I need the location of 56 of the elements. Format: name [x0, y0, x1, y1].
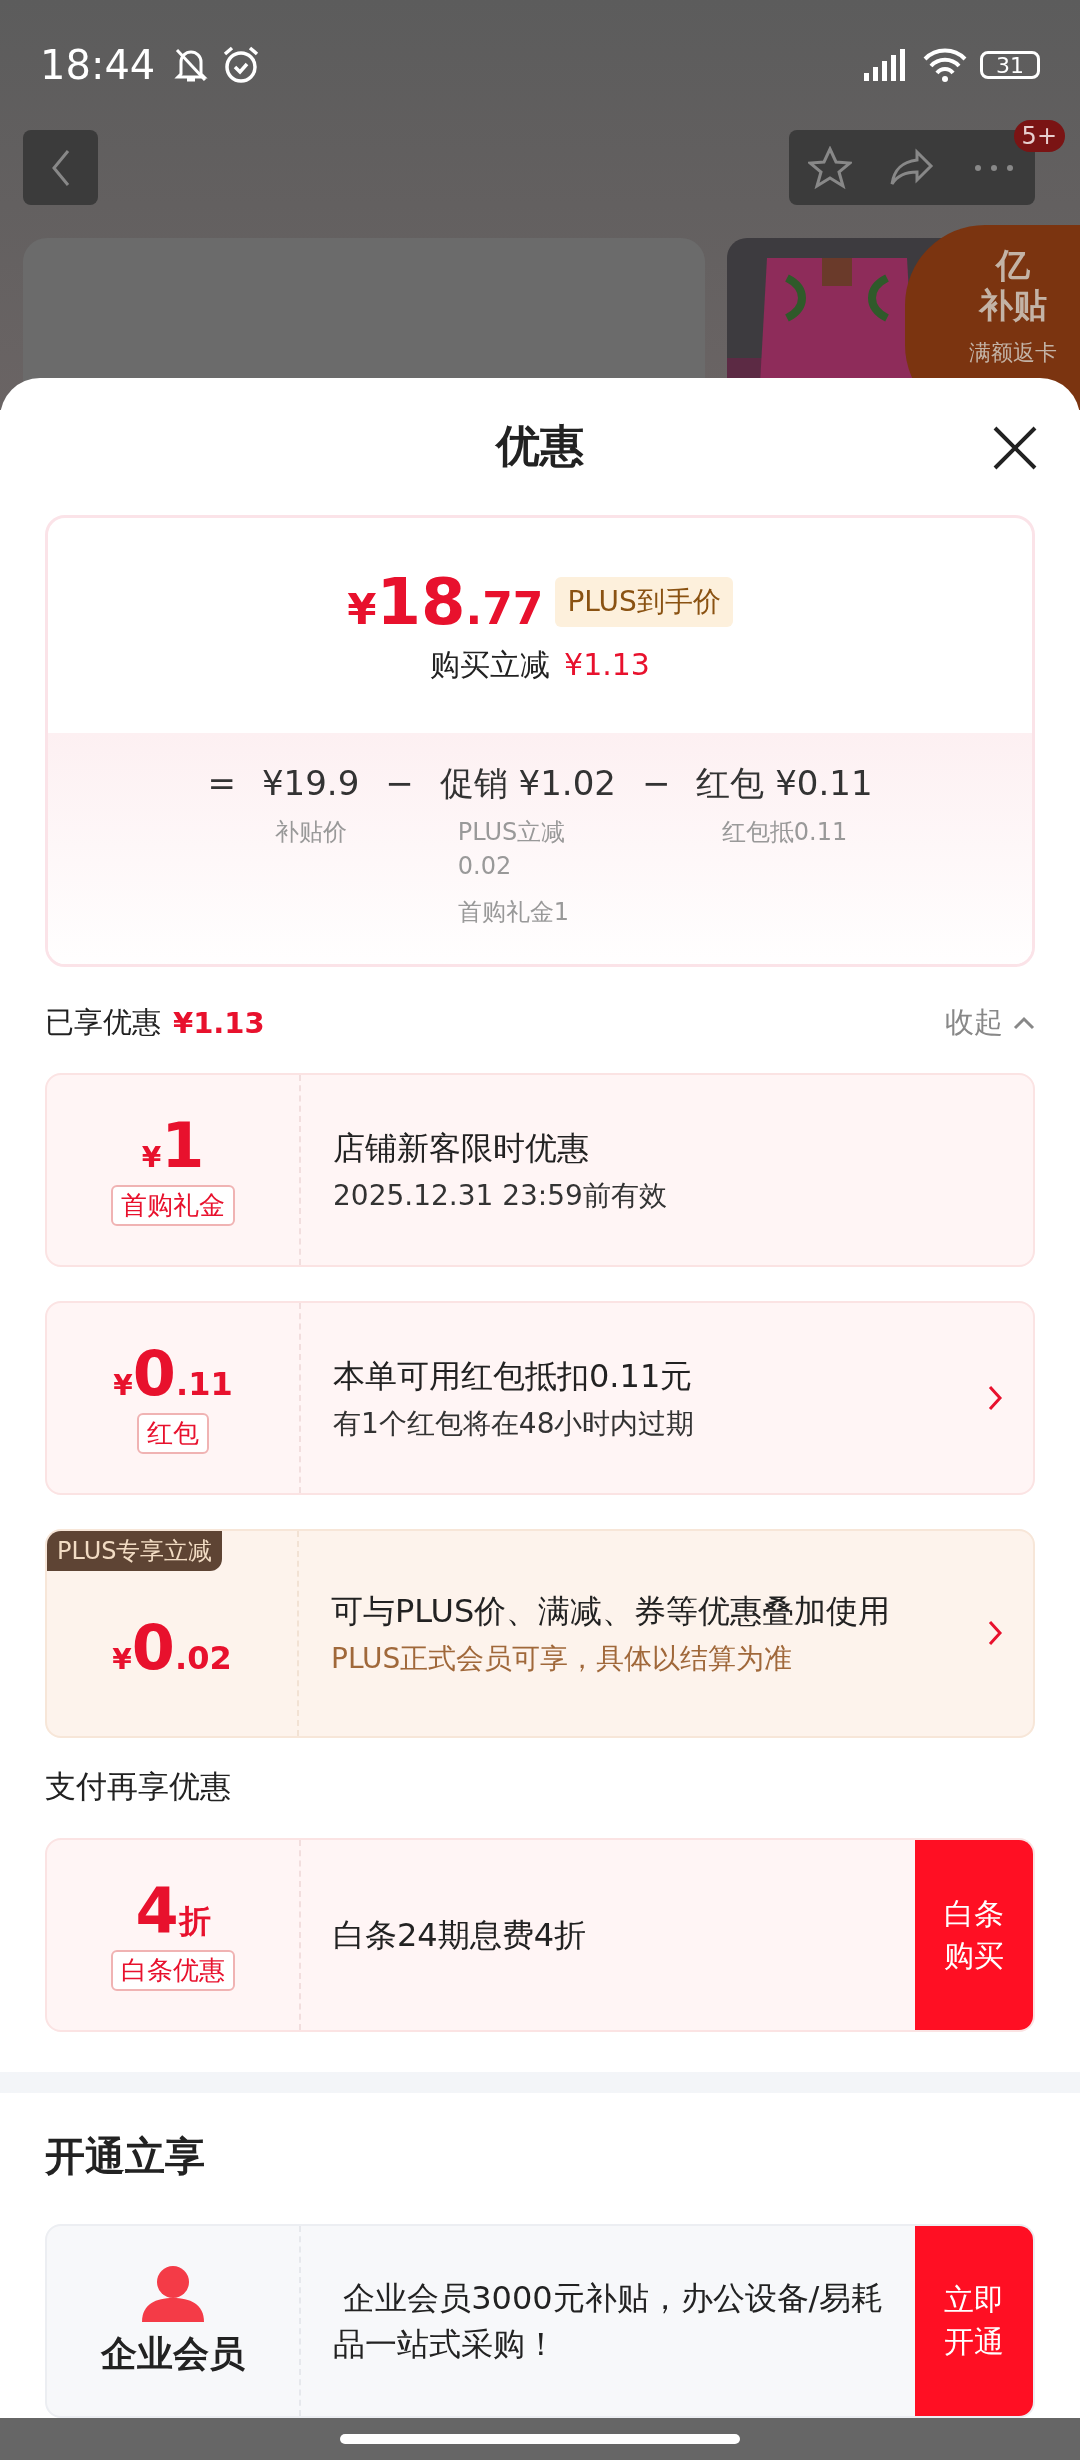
- share-icon: [889, 147, 935, 188]
- coupon-value: ¥0.02: [112, 1615, 232, 1682]
- discount-total: ¥1.13: [173, 1005, 265, 1040]
- operator-sign: −: [385, 761, 414, 805]
- coupon-title: 可与PLUS价、满减、券等优惠叠加使用: [331, 1591, 892, 1633]
- membership-label: 企业会员: [101, 2331, 245, 2376]
- coupon-subtitle: 有1个红包将在48小时内过期: [333, 1405, 696, 1442]
- section-heading: 开通立享: [44, 2132, 206, 2181]
- breakdown-amount: 促销 ¥1.02: [439, 761, 616, 805]
- breakdown-note: 首购礼金1: [457, 896, 571, 928]
- section-label: 已享优惠: [45, 1003, 161, 1041]
- badge-text: 补贴: [978, 285, 1047, 325]
- corner-label: PLUS专享立减: [47, 1530, 223, 1571]
- action-button[interactable]: 白条购买: [915, 1839, 1033, 2030]
- coupon-value: ¥0.11: [113, 1341, 233, 1408]
- collapse-toggle[interactable]: 收起: [945, 1002, 1035, 1043]
- person-icon: [140, 2263, 206, 2324]
- status-time: 18:44: [40, 42, 156, 88]
- final-price: ¥18.77: [347, 564, 544, 639]
- discount-value: 4折: [135, 1878, 211, 1945]
- coupon-value: ¥1: [141, 1113, 205, 1180]
- more-icon: [974, 163, 1014, 172]
- operator-sign: =: [207, 761, 236, 805]
- offer-title: 白条24期息费4折: [333, 1914, 588, 1956]
- notification-badge: 5+: [1013, 120, 1065, 152]
- coupon-subtitle: 2025.12.31 23:59前有效: [333, 1177, 668, 1214]
- badge-text: 满额返卡: [968, 339, 1057, 367]
- section-heading: 支付再享优惠: [44, 1766, 232, 1806]
- price-tag: PLUS到手价: [555, 576, 733, 627]
- coupon-title: 本单可用红包抵扣0.11元: [333, 1355, 694, 1397]
- coupon-card[interactable]: ¥1 首购礼金 店铺新客限时优惠 2025.12.31 23:59前有效: [45, 1072, 1035, 1267]
- coupon-card[interactable]: PLUS专享立减 ¥0.02 可与PLUS价、满减、券等优惠叠加使用 PLUS正式会员可享，具体以结算为准: [45, 1528, 1035, 1738]
- bell-off-icon: [173, 46, 210, 84]
- offer-title: 企业会员3000元补贴，办公设备/易耗品一站式采购！: [333, 2278, 885, 2365]
- saving-amount: ¥1.13: [564, 646, 650, 682]
- coupon-title: 店铺新客限时优惠: [333, 1127, 590, 1169]
- breakdown-note: 补贴价: [274, 816, 347, 848]
- breakdown-amount: 红包 ¥0.11: [696, 761, 873, 805]
- action-button[interactable]: 立即开通: [915, 2226, 1033, 2416]
- battery-indicator: 31: [980, 51, 1040, 79]
- coupon-tag: 红包: [137, 1413, 209, 1455]
- breakdown-note: 红包抵0.11: [721, 816, 848, 848]
- coupon-tag: 首购礼金: [111, 1185, 235, 1227]
- badge-text: 亿: [995, 245, 1030, 285]
- star-icon: [808, 145, 852, 190]
- breakdown-note: PLUS立减0.02: [457, 816, 567, 882]
- coupon-subtitle: PLUS正式会员可享，具体以结算为准: [331, 1641, 794, 1678]
- breakdown-amount: ¥19.9: [261, 761, 360, 805]
- offer-tag: 白条优惠: [111, 1950, 235, 1992]
- back-button[interactable]: [23, 130, 98, 205]
- wifi-icon: [922, 47, 968, 83]
- coupon-card[interactable]: ¥0.11 红包 本单可用红包抵扣0.11元 有1个红包将在48小时内过期: [45, 1300, 1035, 1495]
- sheet-title: 优惠: [496, 418, 584, 473]
- operator-sign: −: [641, 761, 671, 805]
- saving-label: 购买立减: [430, 645, 551, 684]
- chevron-icon: [1013, 1015, 1035, 1030]
